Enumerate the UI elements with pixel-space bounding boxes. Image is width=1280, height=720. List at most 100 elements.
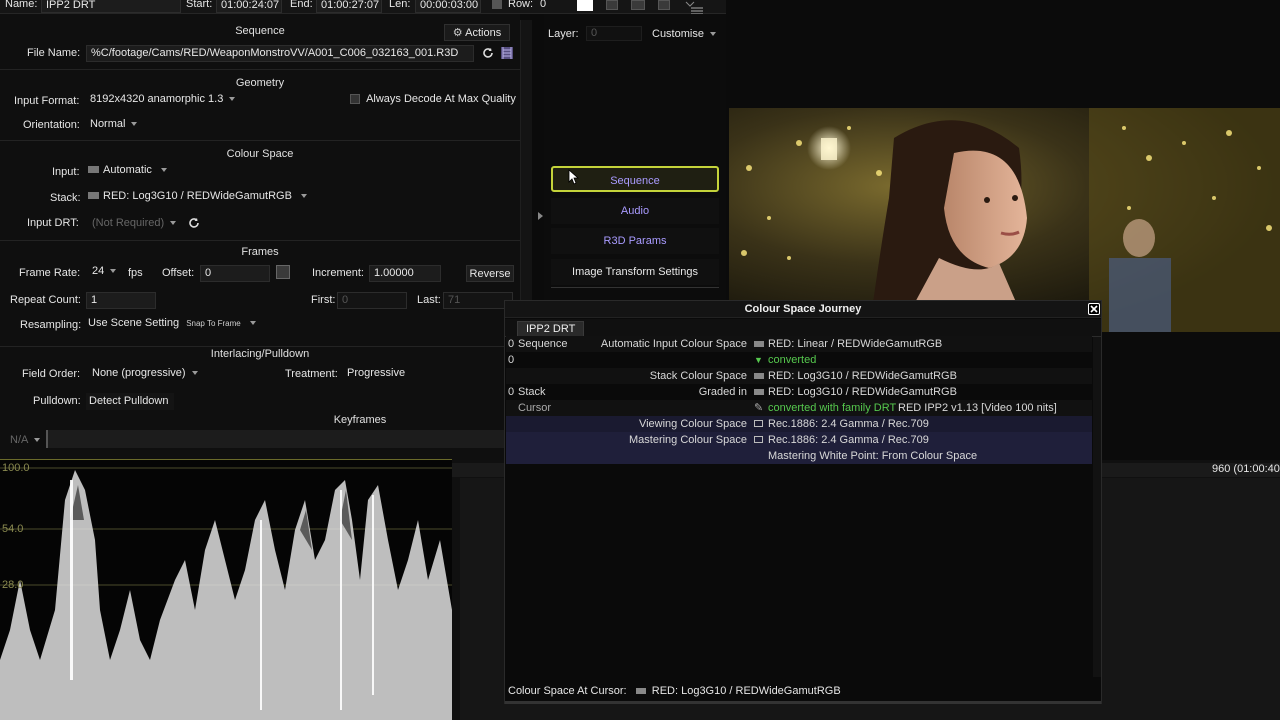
- mouse-cursor-icon: [568, 169, 580, 185]
- row-source: Stack: [518, 386, 546, 398]
- interlacing-header: Interlacing/Pulldown: [210, 348, 310, 360]
- file-name-field[interactable]: %C/footage/Cams/RED/WeaponMonstroVV/A001…: [86, 45, 474, 62]
- row-converted: converted: [768, 354, 817, 366]
- stack-label: Stack:: [50, 192, 81, 204]
- keyframes-dropdown[interactable]: N/A: [10, 434, 40, 446]
- camera-icon: [88, 166, 99, 173]
- increment-field[interactable]: 1.00000: [369, 265, 441, 282]
- file-name-label: File Name:: [27, 47, 81, 59]
- layout-icon-2[interactable]: [631, 0, 645, 10]
- journey-row: 0 Stack Graded in RED: Log3G10 / REDWide…: [506, 384, 1092, 400]
- sequence-header: Sequence: [235, 25, 285, 37]
- refresh-icon[interactable]: [187, 216, 201, 230]
- frame-rate-dropdown[interactable]: 24: [88, 265, 124, 280]
- film-icon[interactable]: [500, 46, 514, 60]
- input-drt-dropdown[interactable]: (Not Required): [92, 217, 176, 229]
- layout-icon[interactable]: [606, 0, 618, 10]
- row-stage: Mastering Colour Space: [628, 434, 747, 446]
- row-white-point: Mastering White Point: From Colour Space: [768, 450, 978, 462]
- row-lock-icon[interactable]: [492, 0, 502, 9]
- actions-label: Actions: [465, 27, 502, 39]
- pen-icon: ✎: [754, 402, 764, 414]
- last-field[interactable]: 71: [443, 292, 513, 309]
- right-panel: Layer: 0 Customise Sequence Audio R3D Pa…: [544, 14, 726, 306]
- always-decode-checkbox[interactable]: Always Decode At Max Quality: [350, 93, 516, 110]
- camera-icon: [754, 368, 764, 384]
- resampling-value: Use Scene Setting: [88, 317, 180, 329]
- first-label: First:: [311, 294, 336, 306]
- row-index: 0: [508, 386, 515, 398]
- start-field[interactable]: 01:00:24:07: [216, 0, 282, 13]
- input-format-label: Input Format:: [14, 95, 80, 107]
- nav-audio-button[interactable]: Audio: [551, 198, 719, 224]
- treatment-dropdown[interactable]: Progressive: [343, 367, 503, 382]
- calculator-icon[interactable]: [276, 265, 290, 279]
- nav-image-transform-button[interactable]: Image Transform Settings: [551, 259, 719, 285]
- input-format-dropdown[interactable]: 8192x4320 anamorphic 1.3: [86, 93, 256, 108]
- scope-tick-100: 100.0: [2, 462, 30, 474]
- colour-space-journey-dialog: Colour Space Journey IPP2 DRT 0 Sequence…: [504, 300, 1102, 704]
- row-source: Sequence: [518, 338, 568, 350]
- waveform-scope: 100.0 54.0 28.0: [0, 460, 452, 720]
- journey-row: Mastering Colour Space Rec.1886: 2.4 Gam…: [506, 432, 1092, 448]
- reverse-button[interactable]: Reverse: [466, 265, 514, 282]
- journey-row: 0 ▼ converted: [506, 352, 1092, 368]
- repeat-count-field[interactable]: 1: [86, 292, 156, 309]
- tab-ipp2-drt[interactable]: IPP2 DRT: [517, 321, 585, 337]
- orientation-label: Orientation:: [23, 119, 80, 131]
- frame-rate-label: Frame Rate:: [19, 267, 81, 279]
- keyframe-track[interactable]: [46, 430, 504, 448]
- row-label: Row:: [508, 0, 534, 10]
- len-field[interactable]: 00:00:03:00: [415, 0, 481, 13]
- row-converted-drt: converted with family DRT: [768, 402, 897, 414]
- first-field[interactable]: 0: [337, 292, 407, 309]
- gear-icon: ⚙: [452, 27, 463, 39]
- nav-r3d-params-button[interactable]: R3D Params: [551, 228, 719, 254]
- input-drt-label: Input DRT:: [27, 217, 79, 229]
- orientation-dropdown[interactable]: Normal: [86, 118, 161, 133]
- input-label: Input:: [52, 166, 80, 178]
- treatment-label: Treatment:: [285, 368, 338, 380]
- resampling-dropdown[interactable]: Use Scene Setting Snap To Frame: [88, 317, 256, 334]
- scope-tick-54: 54.0: [2, 523, 24, 535]
- resampling-label: Resampling:: [20, 319, 82, 331]
- monitor-icon: [754, 432, 763, 448]
- offset-field[interactable]: 0: [200, 265, 270, 282]
- detect-pulldown-button[interactable]: Detect Pulldown: [86, 393, 174, 410]
- stack-dropdown[interactable]: RED: Log3G10 / REDWideGamutRGB: [88, 190, 307, 207]
- end-field[interactable]: 01:00:27:07: [316, 0, 382, 13]
- scope-tick-28: 28.0: [2, 579, 24, 591]
- footer-label: Colour Space At Cursor:: [508, 685, 627, 697]
- name-label: Name:: [5, 0, 38, 10]
- dialog-hscrollbar[interactable]: [505, 701, 1101, 704]
- row-source: Cursor: [518, 402, 552, 414]
- row-field[interactable]: 0: [536, 0, 566, 13]
- field-order-dropdown[interactable]: None (progressive): [88, 367, 208, 382]
- name-field[interactable]: IPP2 DRT: [41, 0, 181, 13]
- row-index: 0: [508, 354, 515, 366]
- keyframes-header: Keyframes: [333, 414, 387, 426]
- close-icon[interactable]: [1088, 303, 1100, 315]
- len-label: Len:: [389, 0, 411, 10]
- input-dropdown[interactable]: Automatic: [88, 164, 167, 181]
- actions-button[interactable]: ⚙ Actions: [444, 24, 510, 41]
- end-label: End:: [290, 0, 313, 10]
- row-colour-space: RED: Log3G10 / REDWideGamutRGB: [768, 386, 957, 398]
- camera-icon: [754, 384, 764, 400]
- colour-swatch[interactable]: [577, 0, 593, 11]
- layer-field[interactable]: 0: [586, 26, 642, 41]
- journey-row: Mastering White Point: From Colour Space: [506, 448, 1092, 464]
- customise-dropdown[interactable]: Customise: [652, 28, 716, 40]
- journey-row: Stack Colour Space RED: Log3G10 / REDWid…: [506, 368, 1092, 384]
- start-label: Start:: [186, 0, 213, 10]
- row-colour-space: RED: Linear / REDWideGamutRGB: [768, 338, 943, 350]
- row-drt-name: RED IPP2 v1.13 [Video 100 nits]: [898, 402, 1057, 414]
- refresh-icon[interactable]: [481, 46, 495, 60]
- dialog-scrollbar[interactable]: [1093, 337, 1101, 677]
- row-colour-space: Rec.1886: 2.4 Gamma / Rec.709: [768, 434, 929, 446]
- video-viewer[interactable]: [729, 108, 1280, 332]
- camera-icon: [754, 336, 764, 352]
- offset-label: Offset:: [162, 267, 195, 279]
- input-value: Automatic: [103, 164, 152, 176]
- layout-icon-3[interactable]: [658, 0, 670, 10]
